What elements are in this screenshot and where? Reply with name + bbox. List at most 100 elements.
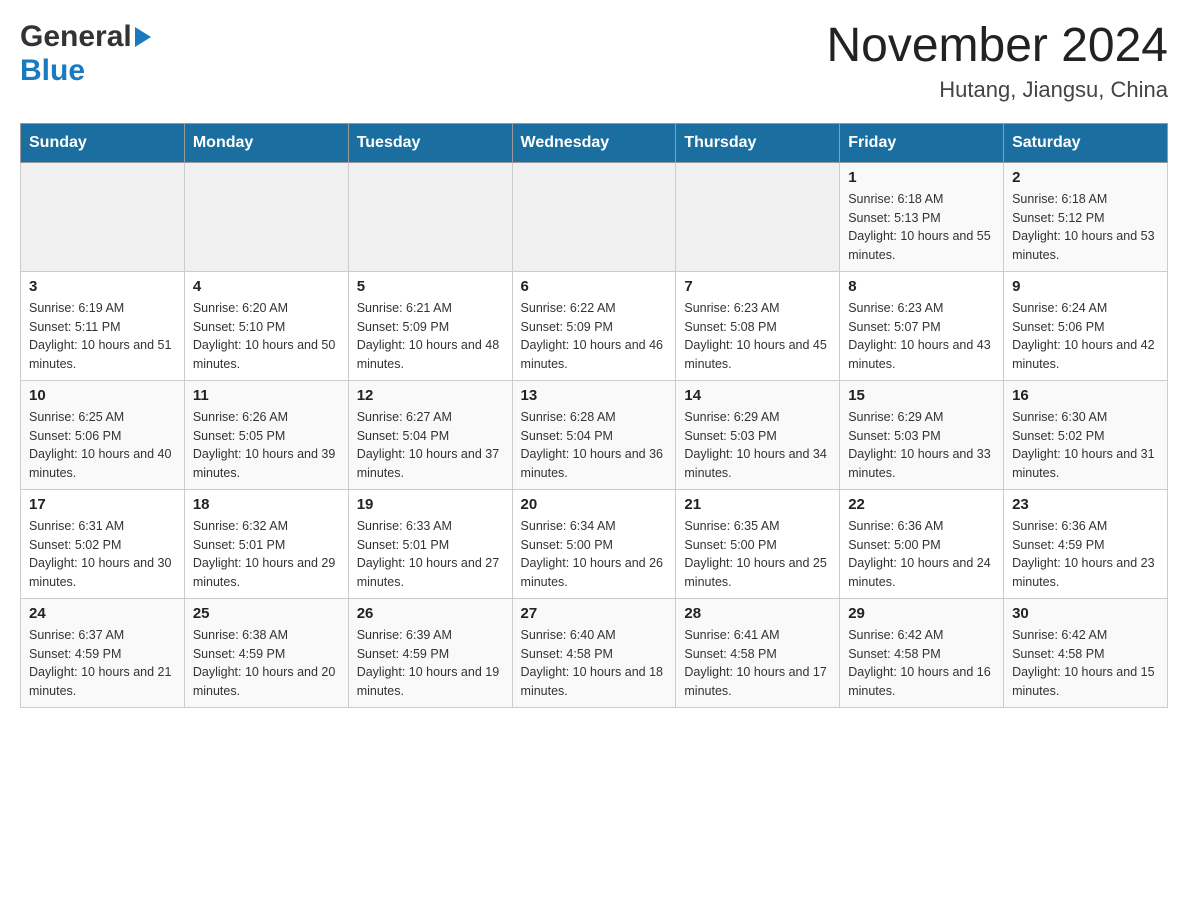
day-number: 22 (848, 496, 995, 513)
day-info: Sunrise: 6:22 AM Sunset: 5:09 PM Dayligh… (521, 299, 668, 374)
day-info: Sunrise: 6:41 AM Sunset: 4:58 PM Dayligh… (684, 626, 831, 701)
day-number: 16 (1012, 387, 1159, 404)
table-row: 14Sunrise: 6:29 AM Sunset: 5:03 PM Dayli… (676, 380, 840, 489)
table-row: 9 Sunrise: 6:24 AM Sunset: 5:06 PM Daylig… (1004, 271, 1168, 380)
logo-blue-text: Blue (20, 54, 85, 88)
table-row: 2 Sunrise: 6:18 AM Sunset: 5:12 PM Daylig… (1004, 162, 1168, 271)
table-row: 24 Sunrise: 6:37 AM Sunset: 4:59 PM Dayli… (21, 598, 185, 707)
table-row: 23 Sunrise: 6:36 AM Sunset: 4:59 PM Dayli… (1004, 489, 1168, 598)
day-info: Sunrise: 6:33 AM Sunset: 5:01 PM Dayligh… (357, 517, 504, 592)
day-info: Sunrise: 6:23 AM Sunset: 5:07 PM Dayligh… (848, 299, 995, 374)
day-number: 10 (29, 387, 176, 404)
location-subtitle: Hutang, Jiangsu, China (826, 77, 1168, 103)
day-info: Sunrise: 6:42 AM Sunset: 4:58 PM Dayligh… (1012, 626, 1159, 701)
day-info: Sunrise: 6:21 AM Sunset: 5:09 PM Dayligh… (357, 299, 504, 374)
calendar-week-1: 1Sunrise: 6:18 AM Sunset: 5:13 PM Daylig… (21, 162, 1168, 271)
table-row: 1Sunrise: 6:18 AM Sunset: 5:13 PM Daylig… (840, 162, 1004, 271)
table-row (21, 162, 185, 271)
day-info: Sunrise: 6:37 AM Sunset: 4:59 PM Dayligh… (29, 626, 176, 701)
table-row: 11 Sunrise: 6:26 AM Sunset: 5:05 PM Dayli… (184, 380, 348, 489)
day-number: 13 (521, 387, 668, 404)
day-info: Sunrise: 6:25 AM Sunset: 5:06 PM Dayligh… (29, 408, 176, 483)
day-info: Sunrise: 6:20 AM Sunset: 5:10 PM Dayligh… (193, 299, 340, 374)
col-thursday: Thursday (676, 123, 840, 162)
table-row: 6Sunrise: 6:22 AM Sunset: 5:09 PM Daylig… (512, 271, 676, 380)
col-monday: Monday (184, 123, 348, 162)
logo-general-text: General (20, 20, 132, 54)
day-number: 26 (357, 605, 504, 622)
day-number: 7 (684, 278, 831, 295)
day-info: Sunrise: 6:27 AM Sunset: 5:04 PM Dayligh… (357, 408, 504, 483)
day-number: 27 (521, 605, 668, 622)
table-row: 27 Sunrise: 6:40 AM Sunset: 4:58 PM Dayli… (512, 598, 676, 707)
day-info: Sunrise: 6:34 AM Sunset: 5:00 PM Dayligh… (521, 517, 668, 592)
calendar-week-5: 24 Sunrise: 6:37 AM Sunset: 4:59 PM Dayli… (21, 598, 1168, 707)
day-number: 29 (848, 605, 995, 622)
table-row: 25Sunrise: 6:38 AM Sunset: 4:59 PM Dayli… (184, 598, 348, 707)
day-info: Sunrise: 6:35 AM Sunset: 5:00 PM Dayligh… (684, 517, 831, 592)
calendar-table: Sunday Monday Tuesday Wednesday Thursday… (20, 123, 1168, 708)
table-row: 28 Sunrise: 6:41 AM Sunset: 4:58 PM Dayli… (676, 598, 840, 707)
day-info: Sunrise: 6:19 AM Sunset: 5:11 PM Dayligh… (29, 299, 176, 374)
day-info: Sunrise: 6:36 AM Sunset: 4:59 PM Dayligh… (1012, 517, 1159, 592)
day-number: 4 (193, 278, 340, 295)
table-row: 13Sunrise: 6:28 AM Sunset: 5:04 PM Dayli… (512, 380, 676, 489)
col-saturday: Saturday (1004, 123, 1168, 162)
day-number: 15 (848, 387, 995, 404)
day-info: Sunrise: 6:23 AM Sunset: 5:08 PM Dayligh… (684, 299, 831, 374)
table-row: 3 Sunrise: 6:19 AM Sunset: 5:11 PM Daylig… (21, 271, 185, 380)
table-row: 5 Sunrise: 6:21 AM Sunset: 5:09 PM Daylig… (348, 271, 512, 380)
table-row: 17 Sunrise: 6:31 AM Sunset: 5:02 PM Dayli… (21, 489, 185, 598)
calendar-header-row: Sunday Monday Tuesday Wednesday Thursday… (21, 123, 1168, 162)
day-number: 17 (29, 496, 176, 513)
col-friday: Friday (840, 123, 1004, 162)
day-number: 5 (357, 278, 504, 295)
day-number: 20 (521, 496, 668, 513)
table-row: 30 Sunrise: 6:42 AM Sunset: 4:58 PM Dayli… (1004, 598, 1168, 707)
day-number: 8 (848, 278, 995, 295)
day-info: Sunrise: 6:32 AM Sunset: 5:01 PM Dayligh… (193, 517, 340, 592)
day-info: Sunrise: 6:29 AM Sunset: 5:03 PM Dayligh… (684, 408, 831, 483)
calendar-week-4: 17 Sunrise: 6:31 AM Sunset: 5:02 PM Dayli… (21, 489, 1168, 598)
table-row: 12Sunrise: 6:27 AM Sunset: 5:04 PM Dayli… (348, 380, 512, 489)
day-info: Sunrise: 6:30 AM Sunset: 5:02 PM Dayligh… (1012, 408, 1159, 483)
day-number: 21 (684, 496, 831, 513)
day-number: 30 (1012, 605, 1159, 622)
table-row: 18Sunrise: 6:32 AM Sunset: 5:01 PM Dayli… (184, 489, 348, 598)
day-info: Sunrise: 6:40 AM Sunset: 4:58 PM Dayligh… (521, 626, 668, 701)
day-info: Sunrise: 6:38 AM Sunset: 4:59 PM Dayligh… (193, 626, 340, 701)
day-info: Sunrise: 6:31 AM Sunset: 5:02 PM Dayligh… (29, 517, 176, 592)
table-row: 29Sunrise: 6:42 AM Sunset: 4:58 PM Dayli… (840, 598, 1004, 707)
col-tuesday: Tuesday (348, 123, 512, 162)
table-row: 7 Sunrise: 6:23 AM Sunset: 5:08 PM Daylig… (676, 271, 840, 380)
table-row (348, 162, 512, 271)
day-info: Sunrise: 6:24 AM Sunset: 5:06 PM Dayligh… (1012, 299, 1159, 374)
table-row: 20 Sunrise: 6:34 AM Sunset: 5:00 PM Dayli… (512, 489, 676, 598)
day-info: Sunrise: 6:36 AM Sunset: 5:00 PM Dayligh… (848, 517, 995, 592)
table-row: 10 Sunrise: 6:25 AM Sunset: 5:06 PM Dayli… (21, 380, 185, 489)
month-year-title: November 2024 (826, 20, 1168, 73)
table-row (676, 162, 840, 271)
calendar-week-2: 3 Sunrise: 6:19 AM Sunset: 5:11 PM Daylig… (21, 271, 1168, 380)
day-info: Sunrise: 6:18 AM Sunset: 5:12 PM Dayligh… (1012, 190, 1159, 265)
table-row (512, 162, 676, 271)
day-info: Sunrise: 6:18 AM Sunset: 5:13 PM Dayligh… (848, 190, 995, 265)
table-row: 8 Sunrise: 6:23 AM Sunset: 5:07 PM Daylig… (840, 271, 1004, 380)
day-number: 11 (193, 387, 340, 404)
table-row: 19Sunrise: 6:33 AM Sunset: 5:01 PM Dayli… (348, 489, 512, 598)
day-number: 9 (1012, 278, 1159, 295)
day-number: 28 (684, 605, 831, 622)
day-number: 24 (29, 605, 176, 622)
day-number: 23 (1012, 496, 1159, 513)
day-number: 2 (1012, 169, 1159, 186)
col-wednesday: Wednesday (512, 123, 676, 162)
day-number: 3 (29, 278, 176, 295)
logo-arrow-icon (135, 27, 151, 47)
table-row: 16 Sunrise: 6:30 AM Sunset: 5:02 PM Dayli… (1004, 380, 1168, 489)
calendar-week-3: 10 Sunrise: 6:25 AM Sunset: 5:06 PM Dayli… (21, 380, 1168, 489)
table-row: 15 Sunrise: 6:29 AM Sunset: 5:03 PM Dayli… (840, 380, 1004, 489)
table-row (184, 162, 348, 271)
day-info: Sunrise: 6:29 AM Sunset: 5:03 PM Dayligh… (848, 408, 995, 483)
day-info: Sunrise: 6:26 AM Sunset: 5:05 PM Dayligh… (193, 408, 340, 483)
logo: General Blue (20, 20, 151, 88)
